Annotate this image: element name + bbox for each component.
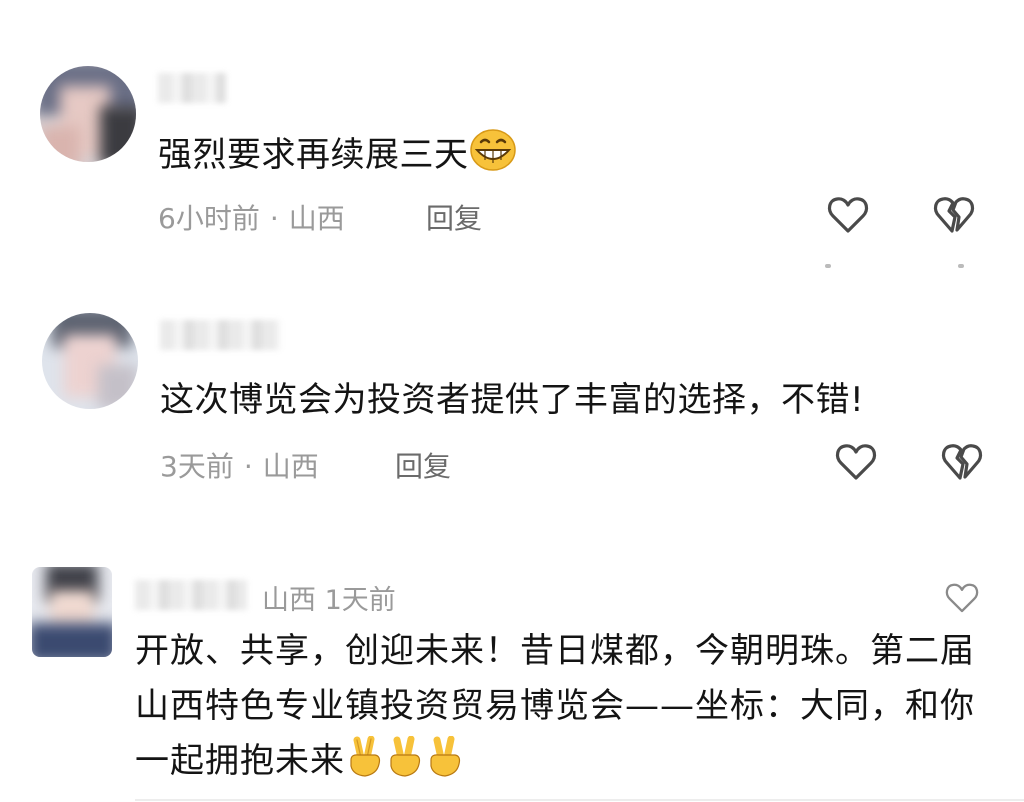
comment-text-3: 开放、共享，创迎未来！昔日煤都，今朝明珠。第二届山西特色专业镇投资贸易博览会——… <box>135 624 995 795</box>
comment-location-2: 山西 <box>262 450 319 483</box>
comment-divider <box>135 799 1024 801</box>
comment-text-3-body: 开放、共享，创迎未来！昔日煤都，今朝明珠。第二届山西特色专业镇投资贸易博览会——… <box>135 631 975 781</box>
comment-text-1: 强烈要求再续展三天 <box>158 128 517 183</box>
broken-heart-icon <box>933 197 975 233</box>
comment-text-2: 这次博览会为投资者提供了丰富的选择，不错! <box>160 380 865 420</box>
heart-outline-icon <box>827 197 869 233</box>
reply-button-2[interactable]: 回复 <box>395 445 451 485</box>
username-redacted-3[interactable] <box>135 580 247 610</box>
comment-time-1: 6小时前 <box>158 202 260 235</box>
comment-text-1-body: 强烈要求再续展三天 <box>158 135 469 175</box>
comment-location-3: 山西 <box>262 585 316 616</box>
comment-meta-3: 山西 1天前 <box>262 578 396 617</box>
dislike-button-1[interactable] <box>932 193 976 237</box>
username-redacted-2[interactable] <box>160 320 280 350</box>
like-button-2[interactable] <box>834 440 878 484</box>
victory-hand-emoji-icon <box>385 735 425 795</box>
comment-meta-1: 6小时前 · 山西 <box>158 197 345 237</box>
heart-outline-icon <box>835 444 877 480</box>
user-avatar-1[interactable] <box>40 66 136 162</box>
like-button-1[interactable] <box>826 193 870 237</box>
username-redacted-1[interactable] <box>158 73 226 103</box>
meta-separator: · <box>243 450 253 483</box>
victory-hand-emoji-icon <box>425 735 465 795</box>
user-avatar-3[interactable] <box>32 567 112 657</box>
dislike-button-2[interactable] <box>940 440 984 484</box>
heart-outline-icon <box>945 583 979 613</box>
comment-location-1: 山西 <box>288 202 345 235</box>
like-button-3[interactable] <box>944 580 980 616</box>
comment-time-2: 3天前 <box>160 450 234 483</box>
divider-dot <box>825 264 831 268</box>
divider-dot <box>958 264 964 268</box>
meta-separator: · <box>269 202 279 235</box>
victory-hand-emoji-icon <box>345 735 385 795</box>
comment-time-3: 1天前 <box>324 585 396 616</box>
grinning-face-emoji-icon <box>469 128 517 183</box>
comment-meta-2: 3天前 · 山西 <box>160 445 319 485</box>
user-avatar-2[interactable] <box>42 313 138 409</box>
reply-button-1[interactable]: 回复 <box>426 197 482 237</box>
broken-heart-icon <box>941 444 983 480</box>
